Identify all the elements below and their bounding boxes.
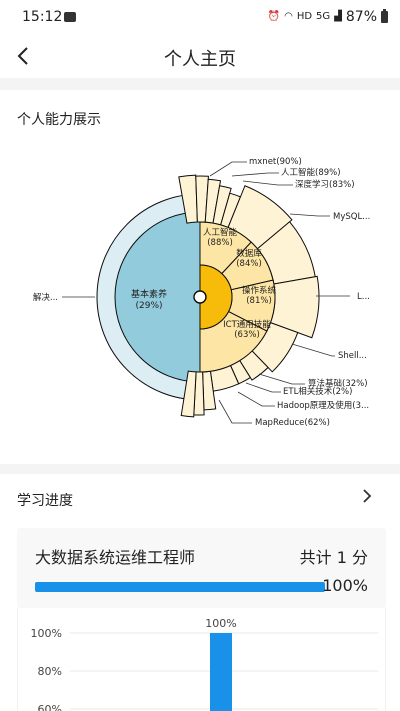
skill-outer-label: Shell... [338,351,367,361]
status-indicators: ⏰ ◠ HD 5G ▟ 87% [268,9,388,25]
skill-leader-line [258,373,305,385]
skill-outer-label: MySQL... [333,212,370,222]
battery-icon [381,9,388,23]
left-category-value: (29%) [135,301,162,311]
y-tick-label: 60% [38,703,62,711]
progress-section-title: 学习进度 [17,493,73,509]
skill-leader-line [231,172,279,177]
left-category-label: 基本素养 [131,288,167,300]
skill-category-value: (63%) [234,330,260,340]
progress-bar [210,633,232,711]
y-tick-label: 80% [38,665,62,678]
skill-leader-line [242,180,293,186]
skill-outer-label: 深度学习(83%) [295,179,355,190]
progress-card: 学习进度 大数据系统运维工程师 共计 1 分 100% 100% 80% 60% 10… [0,474,400,711]
network-type: HD [296,11,313,22]
skill-outer-label: L... [357,292,370,302]
skill-leader-line [218,399,252,424]
skill-category-value: (81%) [246,296,272,306]
job-progress-item[interactable]: 大数据系统运维工程师 共计 1 分 100% [17,528,386,608]
photo-notification-icon [64,12,76,22]
alarm-icon: ⏰ [267,11,281,22]
signal-type: 5G [316,11,331,22]
skill-category-value: (88%) [207,238,233,248]
skill-category-label: 数据库 [236,248,262,259]
skill-category-label: 操作系统 [242,285,277,296]
wifi-icon: ◠ [284,11,293,22]
skill-leader-line [291,343,335,357]
battery-percent: 87% [345,9,377,25]
skill-leader-line [237,391,275,407]
job-progress-track [35,582,325,592]
skill-outer-label: mxnet(90%) [249,157,302,167]
skill-leader-line [209,161,247,177]
skill-category-label: 人工智能 [203,227,238,238]
ability-card: 个人能力展示 基本素养 (29%) 人工智能 (88%) 数据库 (84%) 操作系统 (81… [0,90,400,464]
chevron-right-icon[interactable] [360,488,374,504]
signal-icon: ▟ [334,11,342,22]
left-outer-label: 解决... [33,292,58,303]
y-tick-label: 100% [31,627,62,640]
job-title: 大数据系统运维工程师 [35,548,196,567]
page-title: 个人主页 [164,49,236,70]
skill-category-value: (84%) [236,259,262,269]
progress-bar-chart: 100% 80% 60% 100% [17,608,386,711]
job-total-score: 共计 1 分 [299,548,368,567]
skill-outer-label: MapReduce(62%) [255,418,330,428]
progress-bar-chart-svg: 100% 80% 60% 100% [31,617,378,711]
skill-outer-label: ETL相关技术(2%) [283,386,352,397]
ability-sunburst-chart: 基本素养(29%) 人工智能(88%)数据库(84%) 操作系统(81%) ICT通用… [33,157,370,428]
job-progress-fill [35,582,325,592]
skill-outer-label: Hadoop原理及使用(3... [277,400,369,411]
job-progress-percent: 100% [322,576,368,595]
chart-center-circle [193,290,207,304]
status-bar: 15:12 ⏰ ◠ HD 5G ▟ 87% [0,0,400,34]
skill-leader-line [289,213,330,217]
skill-leader-line [245,382,281,393]
skill-outer-label: 人工智能(89%) [281,167,341,178]
skill-category-label: ICT通用技能 [223,319,271,330]
bar-data-label: 100% [205,617,236,630]
app-header: 个人主页 [0,34,400,78]
status-time: 15:12 [22,9,63,25]
